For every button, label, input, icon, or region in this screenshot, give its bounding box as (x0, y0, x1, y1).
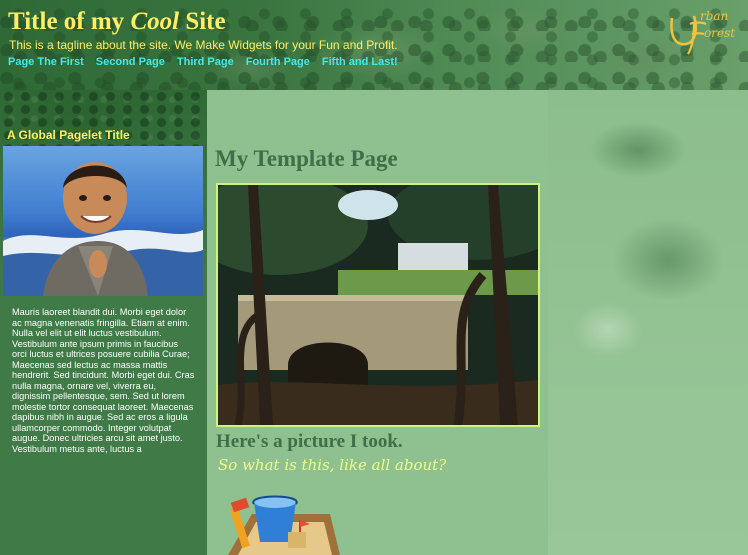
nav-link-third-page[interactable]: Third Page (177, 56, 234, 68)
nav-link-fourth-page[interactable]: Fourth Page (246, 56, 310, 68)
site-title-emphasis: Cool (130, 8, 180, 35)
nav-link-page-the-first[interactable]: Page The First (8, 56, 84, 68)
photo-caption: Here's a picture I took. (216, 431, 403, 452)
site-title: Title of my Cool Site (8, 8, 226, 36)
site-title-suffix: Site (179, 8, 226, 35)
main-nav: Page The First Second Page Third Page Fo… (8, 56, 398, 68)
page-title: My Template Page (215, 146, 398, 171)
sandbox-toy-illustration (218, 492, 342, 555)
urban-forest-logo[interactable]: rban orest (664, 6, 742, 56)
site-header: Title of my Cool Site This is a tagline … (0, 0, 748, 90)
tree-background-decoration (548, 90, 748, 555)
nav-link-fifth-and-last[interactable]: Fifth and Last! (322, 56, 398, 68)
pagelet-body-text: Mauris laoreet blandit dui. Morbi eget d… (12, 307, 195, 454)
pagelet-photo-child-at-beach (3, 146, 203, 296)
svg-text:orest: orest (704, 26, 735, 40)
site-tagline: This is a tagline about the site. We Mak… (9, 38, 398, 52)
site-title-prefix: Title of my (8, 8, 131, 35)
pagelet-title: A Global Pagelet Title (7, 128, 130, 142)
nav-link-second-page[interactable]: Second Page (96, 56, 165, 68)
photo-subcaption: So what is this, like all about? (218, 456, 447, 474)
svg-text:rban: rban (700, 9, 728, 23)
main-photo-stone-bridge (216, 183, 540, 427)
